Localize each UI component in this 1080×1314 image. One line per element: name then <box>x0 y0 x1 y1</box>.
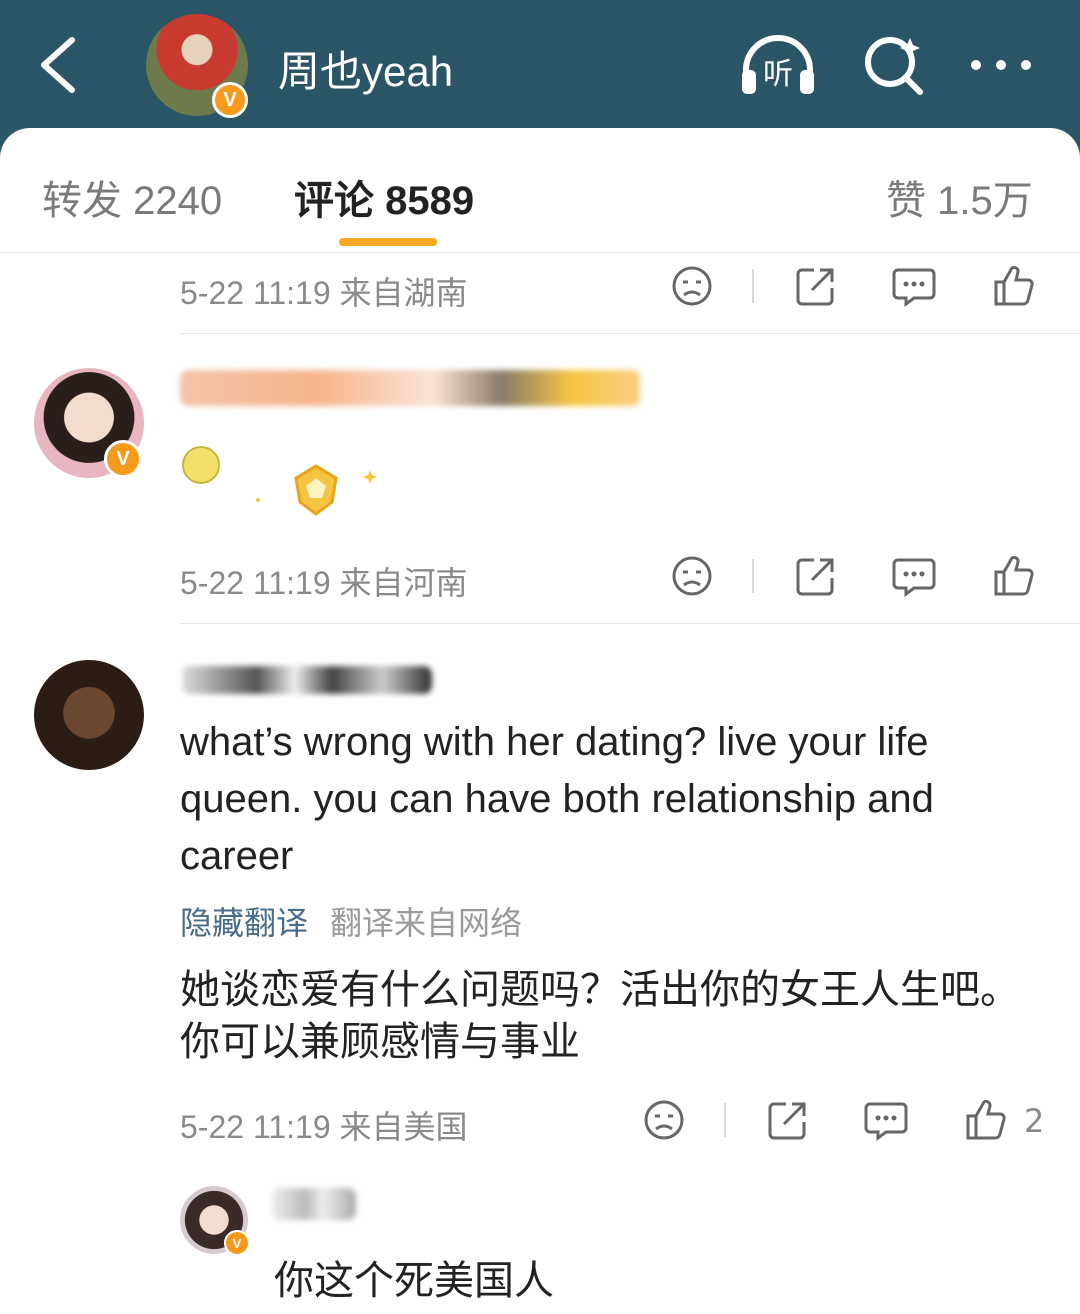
share-icon[interactable] <box>792 262 840 310</box>
comment-meta: 5-22 11:19 来自美国 <box>180 1109 468 1145</box>
commenter-avatar[interactable] <box>34 660 144 770</box>
more-icon[interactable] <box>966 30 1036 100</box>
share-icon[interactable] <box>764 1096 812 1144</box>
divider <box>180 333 1080 334</box>
reply-text: 你这个死美国人 <box>274 1258 554 1304</box>
hide-translation-link[interactable]: 隐藏翻译 <box>180 898 308 944</box>
verified-badge: V <box>224 1230 250 1256</box>
badge-icon <box>248 460 378 520</box>
divider <box>180 623 1080 624</box>
comment-translation: 她谈恋爱有什么问题吗？活出你的女王人生吧。你可以兼顾感情与事业 <box>180 967 1020 1065</box>
dislike-icon[interactable] <box>668 262 716 310</box>
search-icon[interactable] <box>860 30 930 100</box>
like-icon[interactable] <box>990 262 1038 310</box>
like-icon[interactable] <box>990 552 1038 600</box>
divider <box>752 559 754 593</box>
tab-comments[interactable]: 评论 8589 <box>294 168 474 226</box>
comment-text: what’s wrong with her dating? live your … <box>180 720 934 878</box>
commenter-name-blurred[interactable] <box>182 666 432 694</box>
share-icon[interactable] <box>792 552 840 600</box>
svg-text:听: 听 <box>763 57 793 92</box>
translation-source: 翻译来自网络 <box>330 904 523 942</box>
back-arrow-icon[interactable] <box>30 30 90 100</box>
listen-icon[interactable]: 听 <box>738 30 818 100</box>
dislike-icon[interactable] <box>668 552 716 600</box>
comment-icon[interactable] <box>862 1096 910 1144</box>
comment-meta: 5-22 11:19 来自河南 <box>180 565 468 601</box>
divider <box>752 269 754 303</box>
tab-bar: 转发 2240 评论 8589 赞 1.5万 <box>0 128 1080 253</box>
tab-likes[interactable]: 赞 1.5万 <box>886 168 1033 226</box>
reply-name-blurred[interactable] <box>272 1188 356 1220</box>
profile-name[interactable]: 周也yeah <box>278 38 453 99</box>
verified-badge: V <box>212 82 248 118</box>
comment-icon[interactable] <box>890 262 938 310</box>
verified-badge: V <box>104 440 142 478</box>
comment-icon[interactable] <box>890 552 938 600</box>
commenter-name-blurred[interactable] <box>180 370 640 406</box>
tab-indicator <box>339 238 437 246</box>
dislike-icon[interactable] <box>640 1096 688 1144</box>
tab-reposts[interactable]: 转发 2240 <box>42 168 222 226</box>
divider <box>724 1103 726 1137</box>
like-icon[interactable] <box>962 1096 1010 1144</box>
comment-meta: 5-22 11:19 来自湖南 <box>180 275 468 311</box>
emoji-sticker <box>182 446 220 484</box>
like-count: 2 <box>1024 1102 1045 1140</box>
